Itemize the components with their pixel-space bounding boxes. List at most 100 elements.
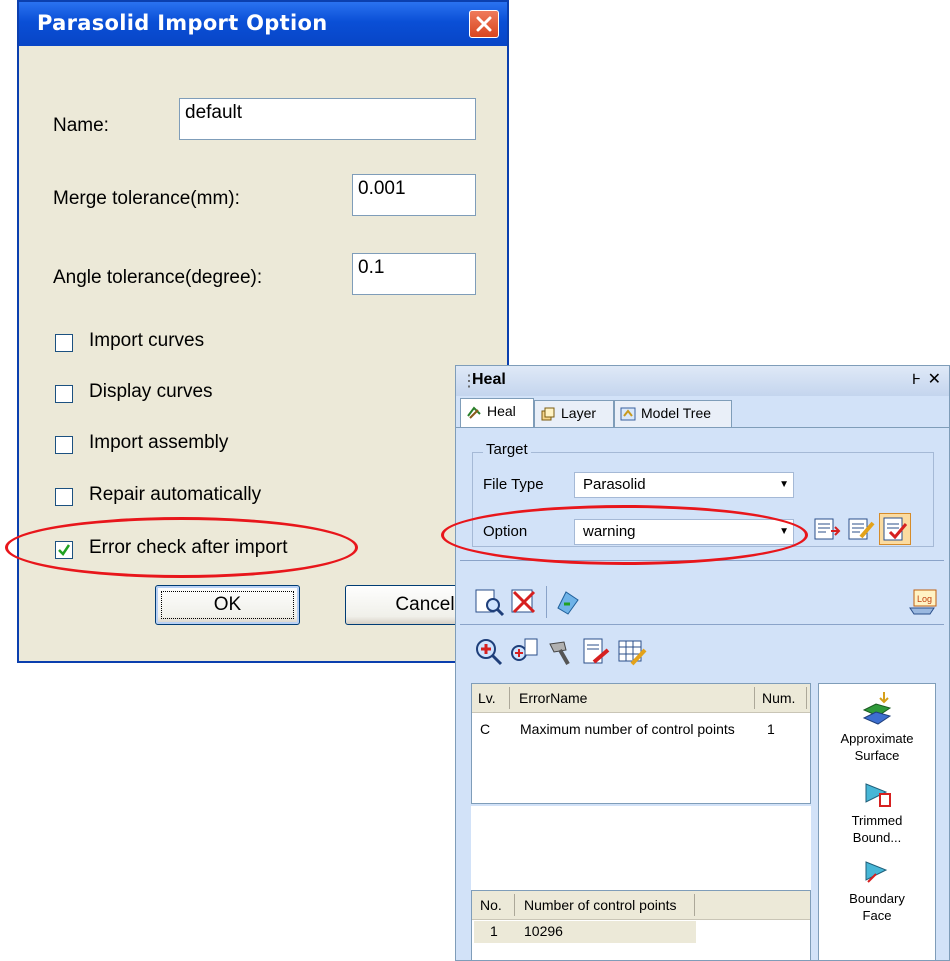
file-type-label: File Type: [483, 476, 544, 493]
column-divider[interactable]: [694, 894, 695, 916]
dialog-title-bar[interactable]: Parasolid Import Option: [19, 2, 507, 46]
tab-model-tree-label: Model Tree: [641, 405, 712, 421]
detail-list-header: No. Number of control points: [472, 891, 810, 920]
panel-tabs: Heal Layer Model Tree: [456, 398, 949, 428]
layer-icon: [541, 407, 555, 421]
check-settings-icon: [883, 517, 908, 541]
import-curves-checkbox[interactable]: [55, 334, 73, 352]
boundary-face-tool[interactable]: Boundary Face: [819, 858, 935, 924]
close-button[interactable]: [469, 10, 499, 38]
error-row-num[interactable]: 1: [767, 721, 775, 737]
import-assembly-checkbox[interactable]: [55, 436, 73, 454]
import-curves-label: Import curves: [89, 330, 205, 351]
edit-report-icon: [583, 638, 610, 664]
boundary-face-line1: Boundary: [849, 891, 905, 906]
edit-report-button[interactable]: [580, 636, 612, 668]
error-list-header: Lv. ErrorName Num.: [472, 684, 810, 713]
approximate-surface-line2: Surface: [854, 748, 900, 763]
svg-text:Log: Log: [917, 594, 932, 604]
highlight-ellipse: [5, 517, 358, 578]
import-assembly-label: Import assembly: [89, 432, 229, 453]
edit-settings-button[interactable]: [845, 513, 877, 545]
heal-tools-palette: Approximate Surface Trimmed Bound... Bou…: [818, 683, 936, 961]
column-divider[interactable]: [509, 687, 510, 709]
col-control-points-header[interactable]: Number of control points: [524, 897, 677, 913]
column-divider[interactable]: [754, 687, 755, 709]
name-input-value: default: [185, 102, 243, 123]
repair-automatically-label: Repair automatically: [89, 484, 262, 505]
pin-icon[interactable]: Ͱ: [912, 371, 921, 388]
import-settings-button[interactable]: [811, 513, 843, 545]
auto-heal-button[interactable]: [552, 586, 584, 618]
col-lv-header[interactable]: Lv.: [478, 690, 496, 706]
heal-icon: [467, 406, 481, 419]
toolbar-separator: [460, 624, 944, 625]
trimmed-boundary-line2: Bound...: [852, 830, 902, 845]
angle-tolerance-value: 0.1: [358, 257, 385, 278]
detail-list[interactable]: No. Number of control points 1 10296: [471, 890, 811, 961]
col-no-header[interactable]: No.: [480, 897, 502, 913]
focus-rectangle: [161, 591, 294, 619]
tab-heal[interactable]: Heal: [460, 398, 534, 428]
approximate-surface-icon: [862, 692, 892, 725]
highlight-ellipse: [441, 505, 808, 565]
angle-tolerance-label: Angle tolerance(degree):: [53, 267, 263, 288]
heal-panel-title: Heal: [472, 371, 506, 388]
name-input[interactable]: default: [179, 98, 476, 140]
detail-row-value: 10296: [524, 923, 563, 939]
ok-button[interactable]: OK: [155, 585, 300, 625]
auto-heal-icon: [557, 591, 579, 615]
log-button[interactable]: Log: [908, 586, 940, 618]
chevron-down-icon: ▼: [779, 479, 789, 490]
zoom-list-icon: [511, 638, 538, 661]
clear-button[interactable]: [508, 586, 540, 618]
error-row-level[interactable]: C: [480, 721, 490, 737]
check-settings-button[interactable]: [879, 513, 911, 545]
detail-list-area: No. Number of control points 1 10296: [471, 806, 811, 961]
edit-table-icon: [618, 640, 647, 666]
model-tree-icon: [620, 407, 636, 421]
merge-tolerance-label: Merge tolerance(mm):: [53, 188, 240, 209]
boundary-face-line2: Face: [862, 908, 892, 923]
error-row-name[interactable]: Maximum number of control points: [520, 721, 735, 737]
approximate-surface-line1: Approximate: [840, 731, 914, 746]
check-button[interactable]: [473, 586, 505, 618]
log-icon: Log: [909, 589, 937, 615]
cancel-button-label: Cancel: [395, 594, 455, 615]
edit-settings-icon: [848, 518, 875, 540]
detail-row[interactable]: 1 10296: [474, 921, 696, 943]
clear-icon: [511, 589, 536, 614]
repair-tool-icon: [549, 641, 570, 665]
tab-heal-label: Heal: [487, 403, 516, 419]
trimmed-boundary-tool[interactable]: Trimmed Bound...: [819, 780, 935, 846]
merge-tolerance-value: 0.001: [358, 178, 406, 199]
display-curves-checkbox[interactable]: [55, 385, 73, 403]
trimmed-boundary-icon: [865, 783, 891, 807]
heal-panel-header[interactable]: ⋮ Heal Ͱ ✕: [456, 366, 949, 396]
col-errorname-header[interactable]: ErrorName: [519, 690, 587, 706]
approximate-surface-tool[interactable]: Approximate Surface: [819, 690, 935, 764]
file-type-value: Parasolid: [583, 476, 646, 493]
column-divider[interactable]: [514, 894, 515, 916]
repair-automatically-checkbox[interactable]: [55, 488, 73, 506]
column-divider[interactable]: [806, 687, 807, 709]
panel-close-icon[interactable]: ✕: [928, 369, 941, 389]
repair-tool-button[interactable]: [544, 636, 576, 668]
target-legend: Target: [483, 441, 531, 458]
error-list[interactable]: Lv. ErrorName Num. C Maximum number of c…: [471, 683, 811, 804]
tab-model-tree[interactable]: Model Tree: [614, 400, 732, 427]
close-icon: [476, 16, 492, 32]
name-label: Name:: [53, 115, 109, 136]
tab-layer[interactable]: Layer: [534, 400, 614, 427]
zoom-in-icon: [476, 639, 503, 666]
zoom-in-button[interactable]: [473, 636, 505, 668]
merge-tolerance-input[interactable]: 0.001: [352, 174, 476, 216]
col-num-header[interactable]: Num.: [762, 690, 795, 706]
zoom-list-button[interactable]: [508, 636, 540, 668]
angle-tolerance-input[interactable]: 0.1: [352, 253, 476, 295]
edit-table-button[interactable]: [616, 636, 648, 668]
file-type-select[interactable]: Parasolid ▼: [574, 472, 794, 498]
trimmed-boundary-line1: Trimmed: [851, 813, 903, 828]
boundary-face-icon: [865, 861, 888, 883]
display-curves-label: Display curves: [89, 381, 213, 402]
